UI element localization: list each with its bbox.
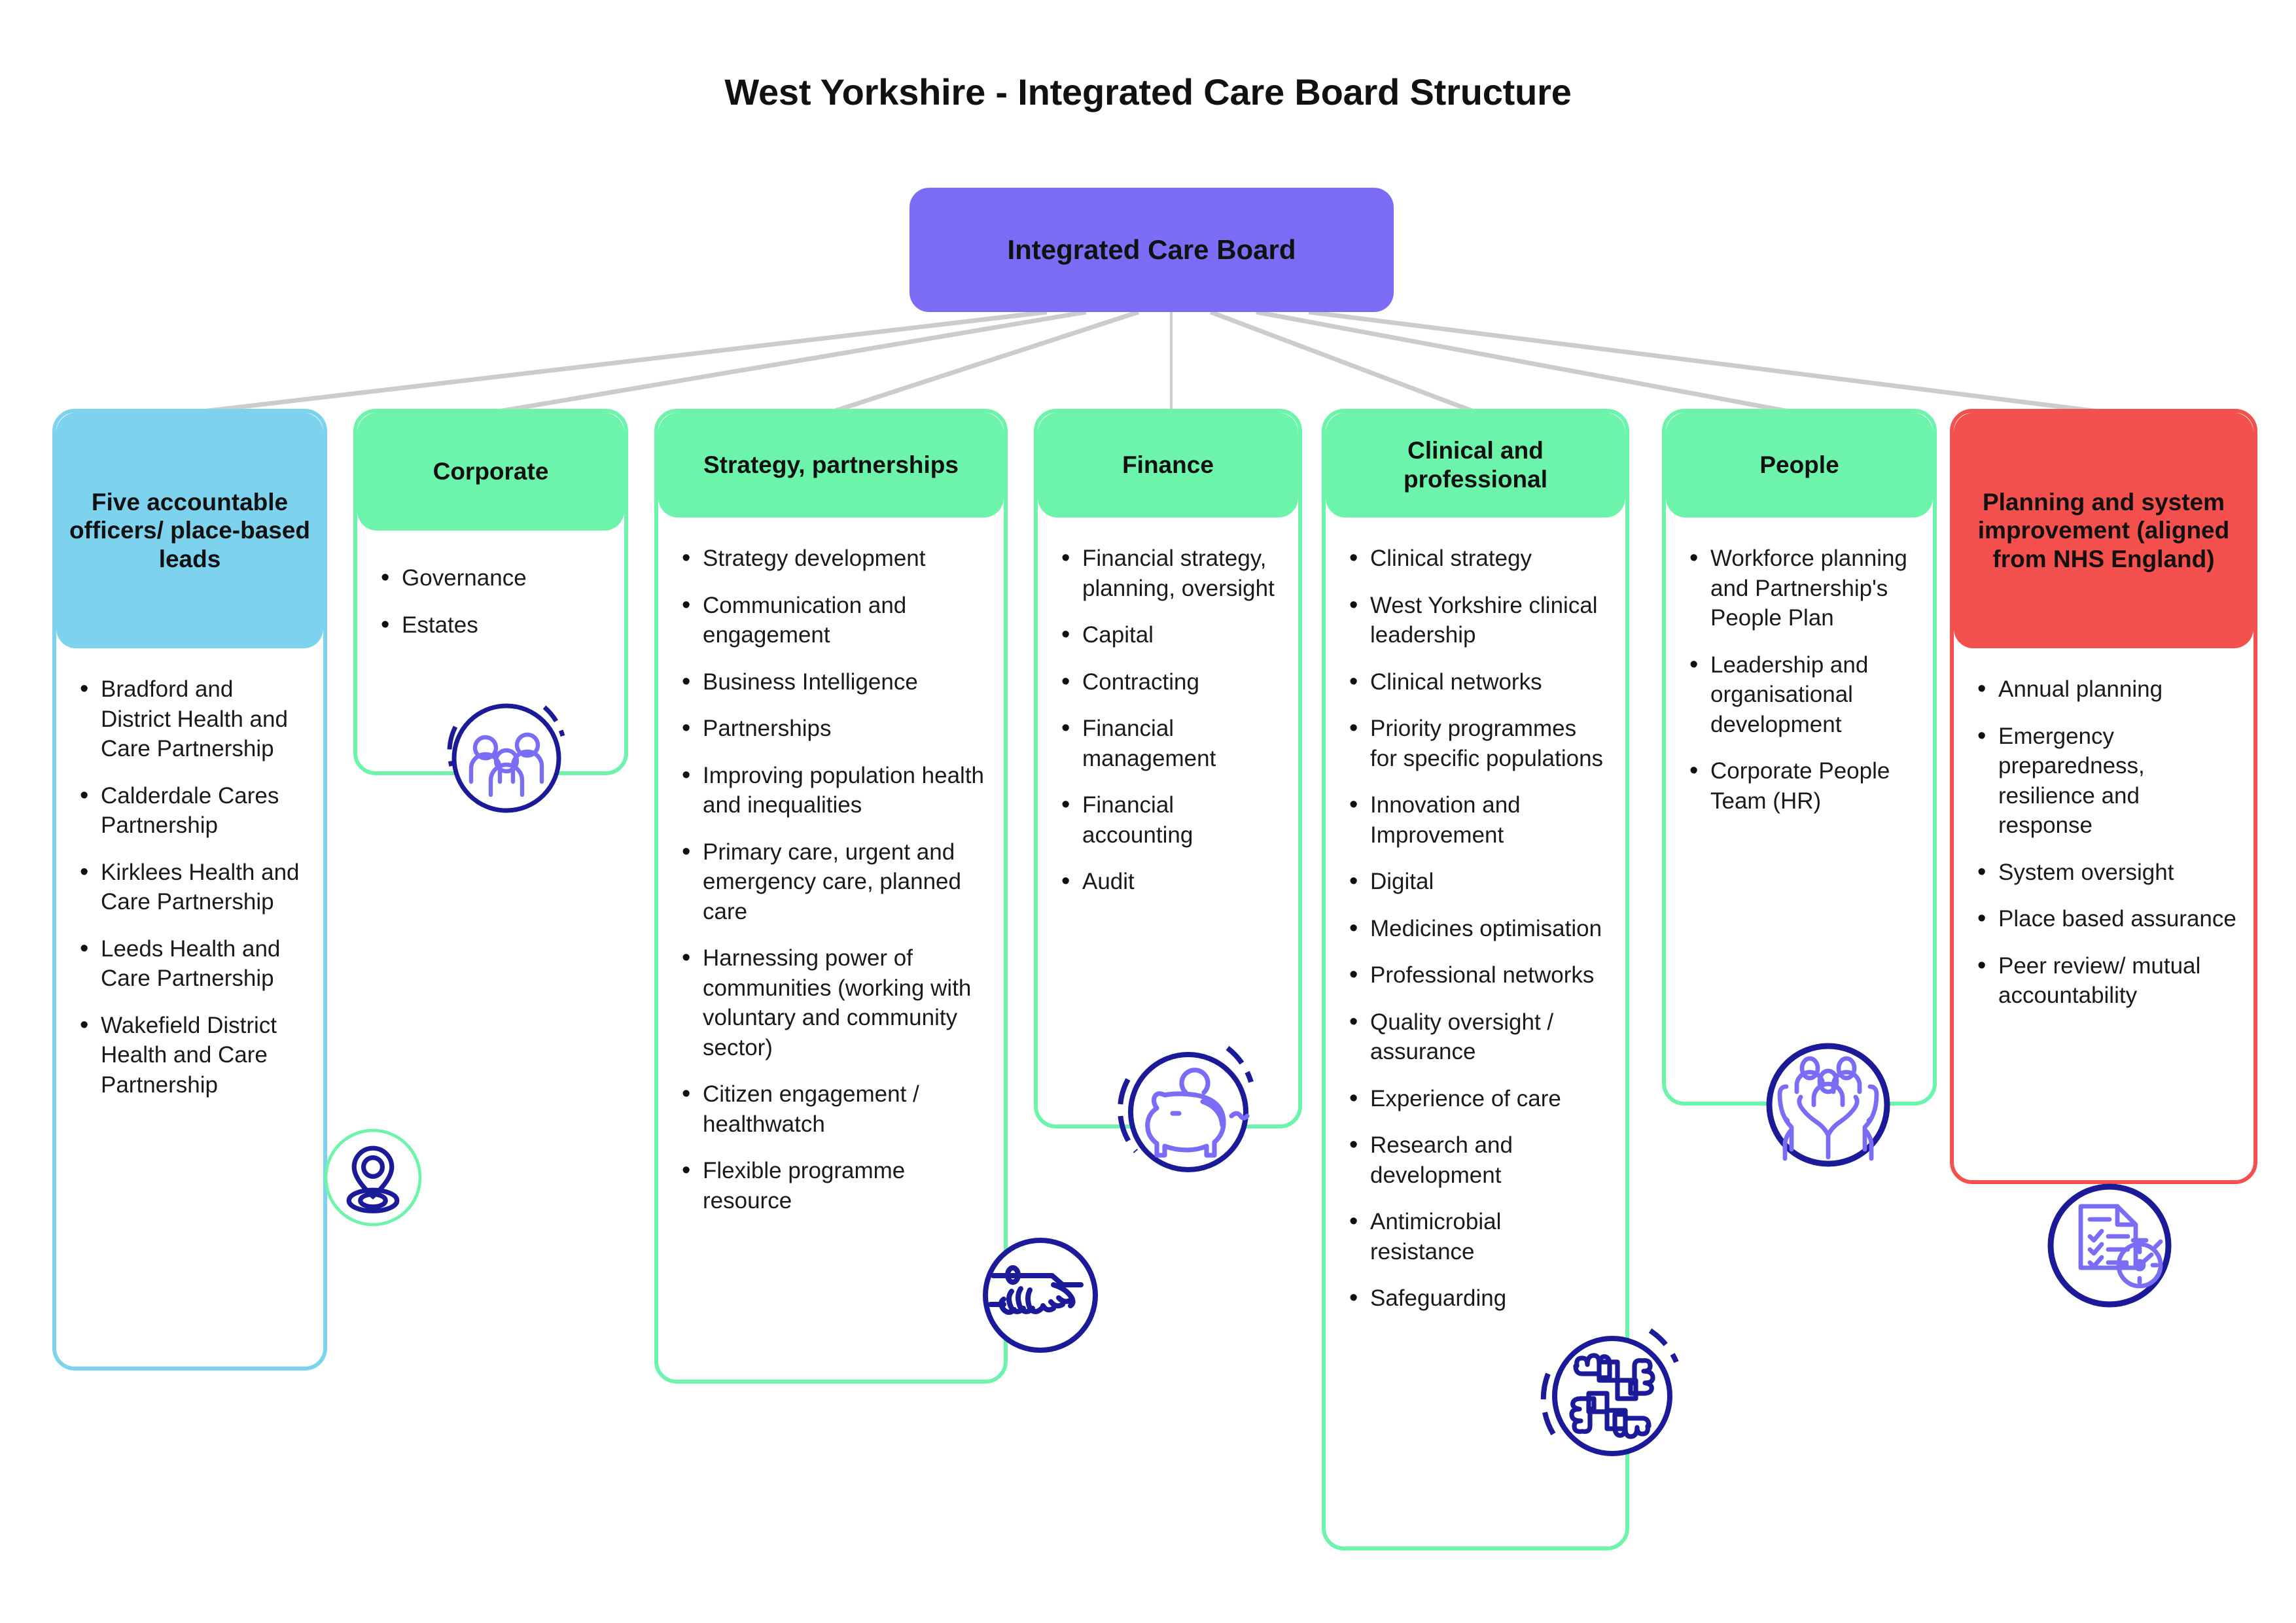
list-item: Medicines optimisation — [1343, 913, 1608, 945]
list-item: Strategy development — [675, 542, 987, 574]
column-strategy-partnerships[interactable]: Strategy, partnerships Strategy developm… — [654, 409, 1008, 1384]
list-item: Leadership and organisational developmen… — [1683, 649, 1916, 740]
column-body-people: Workforce planning and Partnership's Peo… — [1666, 542, 1933, 834]
list-item: Research and development — [1343, 1129, 1608, 1190]
list-item: System oversight — [1971, 856, 2236, 888]
list-item: Financial accounting — [1055, 789, 1281, 850]
list-item: Emergency preparedness, resilience and r… — [1971, 720, 2236, 841]
column-title: Corporate — [433, 458, 549, 485]
column-five-accountable-officers[interactable]: Five accountable officers/ place-based l… — [52, 409, 327, 1370]
list-item: Antimicrobial resistance — [1343, 1206, 1608, 1266]
list-item: Communication and engagement — [675, 589, 987, 650]
column-planning-and-system-improvement[interactable]: Planning and system improvement (aligned… — [1950, 409, 2257, 1184]
column-list: Financial strategy, planning, oversight … — [1055, 542, 1281, 898]
column-header-strategy-partnerships: Strategy, partnerships — [658, 413, 1004, 517]
column-title: Five accountable officers/ place-based l… — [69, 488, 311, 572]
list-item: Safeguarding — [1343, 1282, 1608, 1314]
column-header-five-accountable-officers: Five accountable officers/ place-based l… — [56, 413, 323, 648]
teamwork-hands-icon — [1538, 1321, 1688, 1472]
list-item: Workforce planning and Partnership's Peo… — [1683, 542, 1916, 633]
column-body-clinical-and-professional: Clinical strategy West Yorkshire clinica… — [1326, 542, 1625, 1332]
list-item: Wakefield District Health and Care Partn… — [73, 1009, 306, 1100]
list-item: Annual planning — [1971, 673, 2236, 705]
column-list: Governance Estates — [374, 562, 607, 641]
list-item: West Yorkshire clinical leadership — [1343, 589, 1608, 650]
hands-holding-people-icon — [1760, 1037, 1898, 1174]
column-finance[interactable]: Finance Financial strategy, planning, ov… — [1034, 409, 1302, 1128]
list-item: Clinical strategy — [1343, 542, 1608, 574]
column-title: People — [1759, 451, 1839, 479]
list-item: Primary care, urgent and emergency care,… — [675, 836, 987, 927]
column-list: Annual planning Emergency preparedness, … — [1971, 673, 2236, 1011]
list-item: Governance — [374, 562, 607, 594]
column-header-finance: Finance — [1038, 413, 1298, 517]
column-list: Clinical strategy West Yorkshire clinica… — [1343, 542, 1608, 1314]
list-item: Bradford and District Health and Care Pa… — [73, 673, 306, 764]
handshake-icon — [975, 1230, 1106, 1361]
list-item: Harnessing power of communities (working… — [675, 942, 987, 1062]
piggy-bank-icon — [1112, 1040, 1256, 1184]
list-item: Leeds Health and Care Partnership — [73, 933, 306, 994]
column-title: Planning and system improvement (aligned… — [1977, 488, 2230, 572]
list-item: Flexible programme resource — [675, 1155, 987, 1215]
root-node-integrated-care-board[interactable]: Integrated Care Board — [910, 188, 1394, 312]
root-node-label: Integrated Care Board — [1007, 234, 1296, 265]
list-item: Financial strategy, planning, oversight — [1055, 542, 1281, 603]
list-item: Kirklees Health and Care Partnership — [73, 856, 306, 917]
list-item: Corporate People Team (HR) — [1683, 755, 1916, 816]
list-item: Capital — [1055, 619, 1281, 651]
column-header-clinical-and-professional: Clinical and professional — [1326, 413, 1625, 517]
list-item: Innovation and Improvement — [1343, 789, 1608, 850]
people-group-icon — [432, 690, 582, 821]
checklist-stopwatch-icon — [2035, 1171, 2185, 1321]
list-item: Professional networks — [1343, 959, 1608, 991]
list-item: Partnerships — [675, 712, 987, 744]
list-item: Audit — [1055, 865, 1281, 898]
column-body-planning-and-system-improvement: Annual planning Emergency preparedness, … — [1954, 673, 2253, 1029]
column-header-people: People — [1666, 413, 1933, 517]
column-header-planning-and-system-improvement: Planning and system improvement (aligned… — [1954, 413, 2253, 648]
list-item: Clinical networks — [1343, 666, 1608, 698]
list-item: Financial management — [1055, 712, 1281, 773]
list-item: Improving population health and inequali… — [675, 759, 987, 820]
column-people[interactable]: People Workforce planning and Partnershi… — [1662, 409, 1937, 1106]
column-title: Strategy, partnerships — [703, 451, 959, 479]
column-header-corporate: Corporate — [357, 413, 624, 531]
column-title: Clinical and professional — [1404, 437, 1547, 493]
column-body-corporate: Governance Estates — [357, 562, 624, 658]
list-item: Estates — [374, 609, 607, 641]
list-item: Priority programmes for specific populat… — [1343, 712, 1608, 773]
column-title: Finance — [1122, 451, 1214, 479]
diagram-canvas: West Yorkshire - Integrated Care Board S… — [0, 0, 2296, 1623]
column-list: Workforce planning and Partnership's Peo… — [1683, 542, 1916, 816]
list-item: Citizen engagement / healthwatch — [675, 1078, 987, 1139]
list-item: Place based assurance — [1971, 903, 2236, 935]
column-list: Bradford and District Health and Care Pa… — [73, 673, 306, 1100]
column-body-five-accountable-officers: Bradford and District Health and Care Pa… — [56, 673, 323, 1118]
column-list: Strategy development Communication and e… — [675, 542, 987, 1215]
list-item: Digital — [1343, 865, 1608, 898]
list-item: Peer review/ mutual accountability — [1971, 950, 2236, 1011]
list-item: Experience of care — [1343, 1083, 1608, 1115]
list-item: Calderdale Cares Partnership — [73, 780, 306, 841]
list-item: Contracting — [1055, 666, 1281, 698]
list-item: Quality oversight / assurance — [1343, 1006, 1608, 1067]
column-body-strategy-partnerships: Strategy development Communication and e… — [658, 542, 1004, 1234]
column-body-finance: Financial strategy, planning, oversight … — [1038, 542, 1298, 915]
location-pin-icon — [321, 1125, 425, 1230]
list-item: Business Intelligence — [675, 666, 987, 698]
